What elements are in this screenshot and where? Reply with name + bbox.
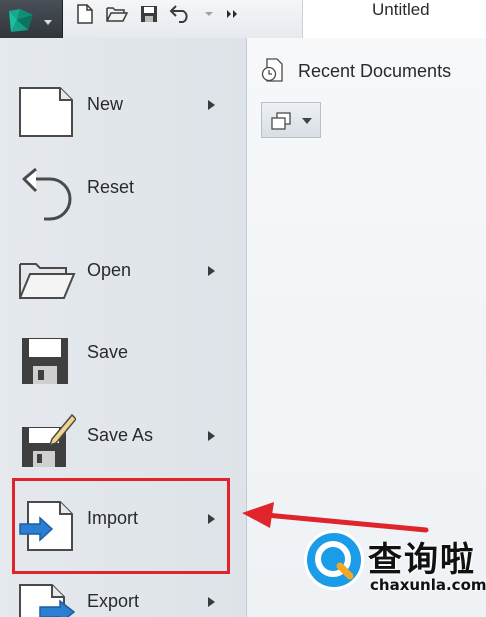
menu-item-open[interactable]: Open [0,236,246,316]
qat-undo-dropdown[interactable] [198,1,220,27]
app-window: Untitled New Reset Open Save Save As Imp… [0,0,486,617]
title-bar: Untitled [0,0,486,45]
menu-item-label: Export [87,591,140,611]
recent-documents-heading: Recent Documents [298,61,452,81]
view-options-dropdown[interactable] [261,102,321,138]
more-icon [227,10,237,18]
menu-item-new[interactable]: New [0,70,246,150]
qat-save-button[interactable] [134,1,164,27]
dropdown-arrow-icon [302,118,312,124]
submenu-arrow-icon [208,100,215,110]
import-icon [19,501,73,551]
watermark: 查询啦 chaxunla.com [298,524,486,600]
qat-open-button[interactable] [102,1,132,27]
watermark-text-cn: 查询啦 [368,540,476,580]
submenu-arrow-icon [208,431,215,441]
save-as-icon [22,413,76,467]
menu-item-import[interactable]: Import [0,484,246,564]
new-document-icon [77,4,93,24]
menu-item-export[interactable]: Export [0,567,246,617]
qat-undo-button[interactable] [166,1,196,27]
submenu-arrow-icon [208,266,215,276]
save-icon [22,338,68,384]
reset-icon [22,167,72,221]
open-folder-icon [19,263,76,299]
menu-item-reset[interactable]: Reset [0,153,246,233]
qat-new-button[interactable] [70,1,100,27]
submenu-arrow-icon [208,514,215,524]
application-menu: New Reset Open Save Save As Import Expor… [0,38,247,617]
app-menu-arrow-icon [44,20,52,25]
quick-access-toolbar [70,0,244,28]
menu-item-label: Save [87,342,129,362]
app-logo-icon [9,9,33,32]
menu-item-label: New [87,94,124,114]
menu-item-label: Import [87,508,139,528]
menu-item-label: Open [87,260,132,280]
watermark-text-en: chaxunla.com [370,576,486,594]
save-icon [141,6,157,22]
qat-more-button[interactable] [222,1,244,27]
export-icon [19,584,76,617]
dropdown-arrow-icon [205,12,213,16]
recent-documents-icon [261,58,283,82]
new-document-icon [19,87,73,137]
menu-item-save[interactable]: Save [0,318,246,398]
menu-item-label: Save As [87,425,154,445]
undo-icon [169,5,188,23]
open-folder-icon [106,7,128,22]
submenu-arrow-icon [208,597,215,607]
menu-item-label: Reset [87,177,135,197]
watermark-logo-icon [304,530,364,590]
view-options-icon [271,112,291,130]
window-title: Untitled [372,0,430,19]
menu-item-save-as[interactable]: Save As [0,401,246,481]
